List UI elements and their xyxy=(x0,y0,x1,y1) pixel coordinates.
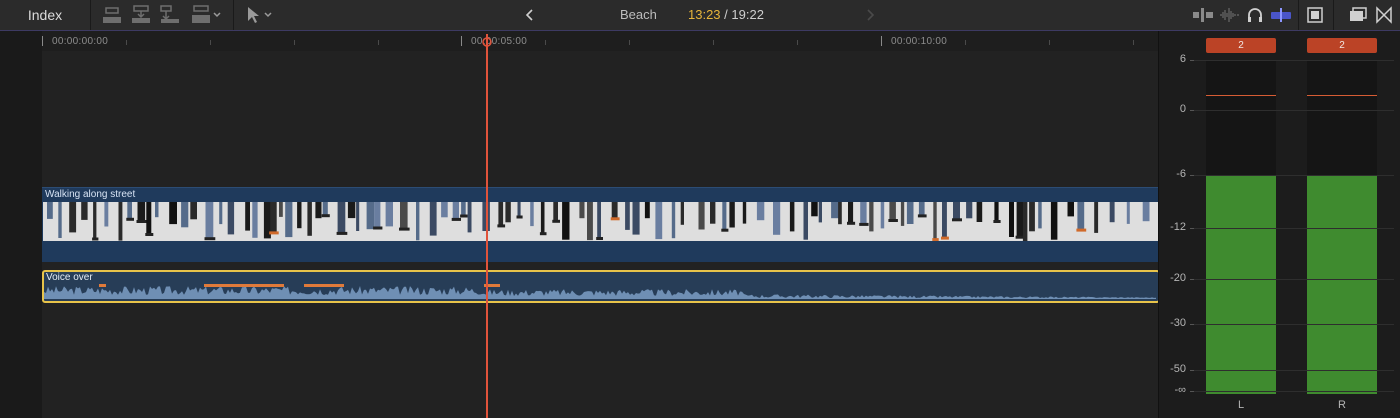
ruler-tick xyxy=(210,40,211,45)
ruler-tick xyxy=(461,36,462,46)
toolbar-divider xyxy=(233,0,234,30)
ruler-tick xyxy=(42,36,43,46)
skimming-icon[interactable] xyxy=(1218,5,1240,25)
ruler-tick xyxy=(378,40,379,45)
overwrite-clip-icon[interactable] xyxy=(190,5,212,25)
current-time: 13:23 xyxy=(688,7,721,22)
peak-hold-line-left xyxy=(1206,95,1276,96)
audio-clip-name: Voice over xyxy=(46,272,93,283)
chevron-down-icon[interactable] xyxy=(263,8,273,22)
total-time: 19:22 xyxy=(731,7,764,22)
back-arrow-icon[interactable] xyxy=(522,4,538,26)
ruler-tick xyxy=(797,40,798,45)
meter-scale-label: -50 xyxy=(1170,363,1186,375)
track-header-gutter xyxy=(0,31,42,418)
playhead-handle[interactable] xyxy=(482,34,492,47)
chevron-down-icon[interactable] xyxy=(212,8,222,22)
audio-skimming-icon[interactable] xyxy=(1192,5,1214,25)
ruler-tick xyxy=(1133,40,1134,45)
ruler-tick xyxy=(545,40,546,45)
insert-clip-icon[interactable] xyxy=(130,5,152,25)
meter-grid-line xyxy=(1194,370,1394,371)
meter-grid-line xyxy=(1194,110,1394,111)
toolbar-divider xyxy=(90,0,91,30)
timecode-display: 13:23 / 19:22 xyxy=(688,7,764,22)
toolbar-divider xyxy=(1333,0,1334,30)
video-clip-name: Walking along street xyxy=(45,189,136,200)
snapping-icon[interactable] xyxy=(1270,5,1292,25)
ruler-tick xyxy=(629,40,630,45)
meter-grid-line xyxy=(1194,391,1394,392)
meter-scale-label: -6 xyxy=(1176,168,1186,180)
ruler-tick xyxy=(881,36,882,46)
peak-hold-line-right xyxy=(1307,95,1377,96)
toolbar-divider xyxy=(1298,0,1299,30)
peak-indicator-left[interactable]: 2 xyxy=(1206,38,1276,53)
meter-level-right xyxy=(1307,175,1377,394)
meter-grid-line xyxy=(1194,60,1394,61)
meter-grid-line xyxy=(1194,175,1394,176)
ruler-tick xyxy=(1049,40,1050,45)
channel-label-left: L xyxy=(1237,399,1245,411)
ruler-tick xyxy=(713,40,714,45)
ruler-timecode-label: 00:00:10:00 xyxy=(891,36,948,47)
ruler-timecode-label: 00:00:00:00 xyxy=(52,36,109,47)
ruler-timecode-label: 00:00:05:00 xyxy=(471,36,528,47)
meter-scale-label: -30 xyxy=(1170,317,1186,329)
meter-grid-line xyxy=(1194,279,1394,280)
ruler-tick xyxy=(126,40,127,45)
channel-label-right: R xyxy=(1338,399,1346,411)
index-button[interactable]: Index xyxy=(0,0,90,30)
audio-waveform xyxy=(44,283,1156,299)
meter-scale-label: -20 xyxy=(1170,272,1186,284)
meter-grid-line xyxy=(1194,324,1394,325)
meter-scale-label: -∞ xyxy=(1174,384,1186,396)
append-clip-icon[interactable] xyxy=(101,5,123,25)
connect-clip-icon[interactable] xyxy=(159,5,181,25)
ruler-tick xyxy=(965,40,966,45)
headphones-icon[interactable] xyxy=(1244,5,1266,25)
video-filmstrip xyxy=(43,202,1158,242)
forward-arrow-icon[interactable] xyxy=(862,4,878,26)
time-separator: / xyxy=(720,7,732,22)
peak-indicator-right[interactable]: 2 xyxy=(1307,38,1377,53)
playhead[interactable] xyxy=(486,34,488,418)
project-name: Beach xyxy=(620,7,657,22)
timeline-layout-icon[interactable] xyxy=(1347,5,1369,25)
clip-appearance-icon[interactable] xyxy=(1304,5,1326,25)
effects-browser-icon[interactable] xyxy=(1373,5,1395,25)
meter-scale-label: -12 xyxy=(1170,221,1186,233)
meter-scale-label: 6 xyxy=(1179,53,1186,65)
meter-scale-label: 0 xyxy=(1179,103,1186,115)
meter-grid-line xyxy=(1194,228,1394,229)
ruler-tick xyxy=(294,40,295,45)
meter-level-left xyxy=(1206,175,1276,394)
